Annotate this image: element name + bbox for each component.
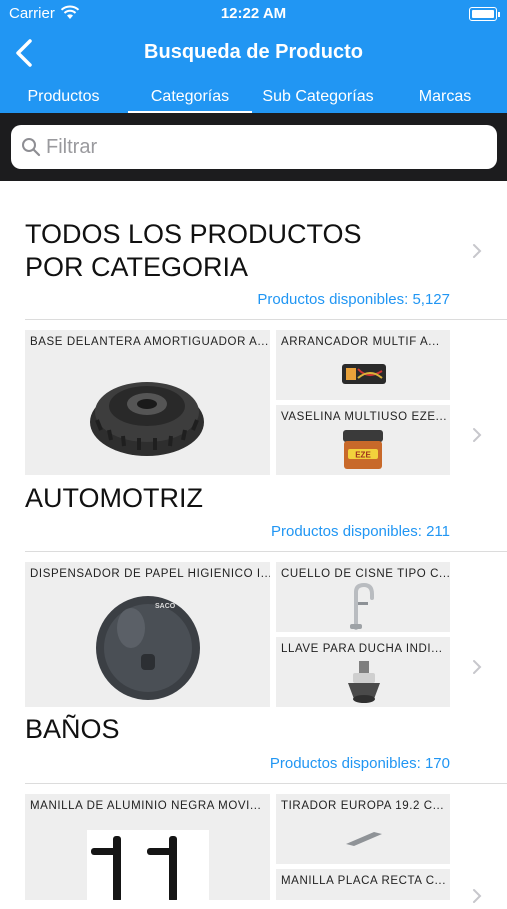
door-handle-image bbox=[87, 830, 209, 900]
chevron-right-icon bbox=[472, 427, 482, 443]
product-tile[interactable]: LLAVE PARA DUCHA INDI... bbox=[276, 637, 450, 707]
product-tile[interactable]: VASELINA MULTIUSO EZE... EZE bbox=[276, 405, 450, 475]
tab-sub-categorias[interactable]: Sub Categorías bbox=[253, 88, 383, 106]
vaseline-brand-text: EZE bbox=[355, 451, 371, 460]
battery-icon bbox=[469, 7, 500, 21]
product-tile[interactable]: BASE DELANTERA AMORTIGUADOR A... bbox=[25, 330, 270, 475]
category-name: BAÑOS bbox=[25, 714, 120, 744]
product-name: CUELLO DE CISNE TIPO C... bbox=[281, 568, 450, 580]
chevron-right-icon bbox=[472, 659, 482, 675]
category-available: Productos disponibles: 170 bbox=[269, 755, 450, 772]
shower-valve-image bbox=[348, 661, 380, 703]
product-name: TIRADOR EUROPA 19.2 C... bbox=[281, 800, 445, 812]
product-tile[interactable]: TIRADOR EUROPA 19.2 C... bbox=[276, 794, 450, 864]
tab-marcas[interactable]: Marcas bbox=[383, 88, 507, 106]
search-icon bbox=[21, 137, 41, 162]
category-available: Productos disponibles: 211 bbox=[270, 523, 450, 540]
search-bar bbox=[0, 113, 507, 181]
clock: 12:22 AM bbox=[220, 5, 287, 22]
product-tile[interactable]: MANILLA DE ALUMINIO NEGRA MOVI... bbox=[25, 794, 270, 900]
product-name: LLAVE PARA DUCHA INDI... bbox=[281, 643, 443, 655]
status-bar: Carrier 12:22 AM bbox=[0, 0, 507, 28]
tab-categorias[interactable]: Categorías bbox=[127, 88, 253, 106]
all-products-row[interactable]: TODOS LOS PRODUCTOS POR CATEGORIA Produc… bbox=[0, 181, 507, 321]
all-products-title-line2: POR CATEGORIA bbox=[25, 252, 249, 282]
product-name: ARRANCADOR MULTIF A... bbox=[281, 336, 440, 348]
product-name: BASE DELANTERA AMORTIGUADOR A... bbox=[30, 336, 269, 348]
chevron-right-icon bbox=[472, 888, 482, 904]
dispenser-brand-text: SACO bbox=[155, 603, 176, 610]
cabinet-pull-image bbox=[346, 832, 382, 846]
product-name: MANILLA PLACA RECTA C... bbox=[281, 875, 447, 887]
tab-bar: Productos Categorías Sub Categorías Marc… bbox=[0, 84, 507, 113]
product-name: VASELINA MULTIUSO EZE... bbox=[281, 411, 448, 423]
product-tile[interactable]: ARRANCADOR MULTIF A... bbox=[276, 330, 450, 400]
product-tile[interactable]: DISPENSADOR DE PAPEL HIGIENICO I... SACO bbox=[25, 562, 270, 707]
product-name: DISPENSADOR DE PAPEL HIGIENICO I... bbox=[30, 568, 270, 580]
search-field[interactable] bbox=[11, 125, 497, 169]
vaseline-jar-image: EZE bbox=[343, 430, 383, 469]
faucet-image bbox=[350, 582, 374, 630]
page-title: Busqueda de Producto bbox=[144, 41, 363, 63]
all-products-title-line1: TODOS LOS PRODUCTOS bbox=[25, 219, 362, 249]
row-divider bbox=[25, 551, 507, 552]
product-name: MANILLA DE ALUMINIO NEGRA MOVI... bbox=[30, 800, 262, 812]
product-tile[interactable]: MANILLA PLACA RECTA C... bbox=[276, 869, 450, 900]
navigation-header: Carrier 12:22 AM Busqueda de Producto Pr… bbox=[0, 0, 507, 113]
jump-starter-image bbox=[342, 364, 386, 384]
shock-mount-image bbox=[90, 382, 204, 456]
category-name: AUTOMOTRIZ bbox=[25, 483, 203, 513]
all-products-title: TODOS LOS PRODUCTOS POR CATEGORIA bbox=[25, 218, 405, 284]
row-divider bbox=[25, 783, 507, 784]
dispenser-image: SACO bbox=[96, 596, 200, 700]
product-tile[interactable]: CUELLO DE CISNE TIPO C... bbox=[276, 562, 450, 632]
tab-productos[interactable]: Productos bbox=[0, 88, 127, 106]
search-input[interactable] bbox=[46, 133, 486, 161]
all-products-available: Productos disponibles: 5,127 bbox=[257, 291, 450, 308]
chevron-right-icon bbox=[472, 243, 482, 259]
row-divider bbox=[25, 319, 507, 320]
